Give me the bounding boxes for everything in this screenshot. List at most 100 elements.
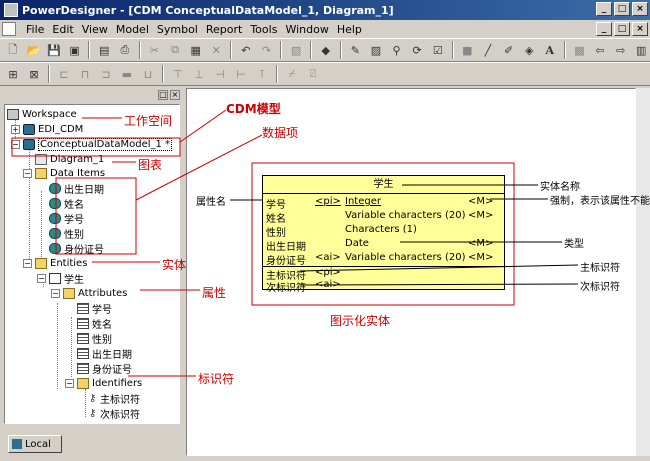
redo-icon[interactable]: ↷ [258, 41, 276, 59]
menu-model[interactable]: Model [112, 23, 153, 36]
collapse-icon[interactable]: − [11, 139, 20, 149]
tree-identifier[interactable]: ⚷ 次标识符 [89, 406, 140, 421]
attr-flag: <M> [468, 238, 494, 249]
same-height-icon[interactable]: ⊢ [232, 65, 250, 83]
minimize-button[interactable]: _ [596, 2, 612, 16]
tree-model[interactable]: − ConceptualDataModel_1 * [11, 137, 173, 151]
check-model-icon[interactable]: ▨ [367, 41, 385, 59]
validate-icon[interactable]: ☑ [429, 41, 447, 59]
collapse-icon[interactable]: − [65, 378, 74, 388]
menu-report[interactable]: Report [202, 23, 246, 36]
doc-restore-button[interactable]: □ [614, 22, 630, 36]
grid-icon[interactable]: ⊞ [4, 65, 22, 83]
new-icon[interactable]: 🗋 [4, 41, 22, 59]
properties-icon[interactable]: ▧ [287, 41, 305, 59]
bucket-icon[interactable]: ◈ [520, 41, 538, 59]
distribute-icon[interactable]: ⊥ [190, 65, 208, 83]
expand-icon[interactable]: + [11, 124, 20, 134]
symbol-icon[interactable]: ⊠ [25, 65, 43, 83]
menu-edit[interactable]: Edit [48, 23, 77, 36]
menu-symbol[interactable]: Symbol [153, 23, 202, 36]
folder-icon [35, 257, 47, 269]
repository-icon[interactable]: ◆ [317, 41, 335, 59]
tree-data-item[interactable]: 姓名 [49, 196, 84, 211]
fill-icon[interactable]: ■ [459, 41, 477, 59]
tree-data-items-folder[interactable]: − Data Items [23, 166, 105, 180]
maximize-button[interactable]: □ [614, 2, 630, 16]
tab-local[interactable]: Local [8, 435, 62, 453]
print-preview-icon[interactable]: ▤ [95, 41, 113, 59]
collapse-icon[interactable]: − [37, 273, 46, 283]
menu-window[interactable]: Window [281, 23, 332, 36]
vertical-scrollbar[interactable] [636, 88, 650, 456]
align-bottom-icon[interactable]: ⊔ [139, 65, 157, 83]
edit-icon[interactable]: ✎ [347, 41, 365, 59]
tree-data-item[interactable]: 性别 [49, 226, 84, 241]
doc-close-button[interactable]: × [632, 22, 648, 36]
package-icon[interactable]: ▩ [571, 41, 589, 59]
forward-icon[interactable]: ⇨ [612, 41, 630, 59]
dock-button[interactable]: □ [158, 90, 168, 100]
connector-icon[interactable]: ⌿ [283, 65, 301, 83]
workspace-icon [7, 108, 19, 120]
tree-attributes-folder[interactable]: − Attributes [51, 286, 127, 300]
tree-attribute[interactable]: 出生日期 [77, 346, 132, 361]
tree-data-item[interactable]: 学号 [49, 211, 84, 226]
tree-attribute[interactable]: 身份证号 [77, 361, 132, 376]
menu-help[interactable]: Help [333, 23, 366, 36]
collapse-icon[interactable]: − [23, 168, 32, 178]
undo-icon[interactable]: ↶ [237, 41, 255, 59]
tree-entity[interactable]: − 学生 [37, 271, 84, 286]
annotation-data-item: 数据项 [262, 126, 299, 140]
align-top-icon[interactable]: ⊤ [169, 65, 187, 83]
tree-data-item[interactable]: 身份证号 [49, 241, 104, 256]
line-icon[interactable]: ╱ [479, 41, 497, 59]
back-icon[interactable]: ⇦ [591, 41, 609, 59]
same-size-icon[interactable]: ⊺ [253, 65, 271, 83]
tree-data-item[interactable]: 出生日期 [49, 181, 104, 196]
data-item-icon [49, 242, 61, 254]
tree-identifier[interactable]: ⚷ 主标识符 [89, 391, 140, 406]
close-button[interactable]: × [632, 2, 648, 16]
delete-icon[interactable]: ✕ [207, 41, 225, 59]
open-diagram-icon[interactable]: ▥ [632, 41, 650, 59]
paste-icon[interactable]: ▦ [187, 41, 205, 59]
close-browser-button[interactable]: × [170, 90, 180, 100]
tree-workspace[interactable]: Workspace [7, 107, 77, 121]
tree-edi-cdm[interactable]: + EDI_CDM [11, 122, 83, 136]
tree-diagram[interactable]: Diagram_1 [35, 152, 104, 166]
annotation-secondary-id: 次标识符 [580, 282, 620, 293]
collapse-icon[interactable]: − [51, 288, 60, 298]
align-left-icon[interactable]: ⊏ [55, 65, 73, 83]
menu-tools[interactable]: Tools [246, 23, 281, 36]
cut-icon[interactable]: ✂ [146, 41, 164, 59]
tree-attribute[interactable]: 性别 [77, 331, 112, 346]
same-width-icon[interactable]: ⊣ [211, 65, 229, 83]
entity-symbol[interactable]: 学生 学号 <pi> Integer <M> 姓名 Variable chara… [262, 175, 506, 294]
font-icon[interactable]: A [541, 41, 559, 59]
attr-type: Variable characters (20) [345, 210, 466, 221]
attr-type: Characters (1) [345, 224, 417, 235]
find-icon[interactable]: ⚲ [388, 41, 406, 59]
tree-attribute[interactable]: 学号 [77, 301, 112, 316]
menu-file[interactable]: File [22, 23, 48, 36]
tree-attribute[interactable]: 姓名 [77, 316, 112, 331]
refresh-icon[interactable]: ⟳ [408, 41, 426, 59]
arrow-icon[interactable]: ⍁ [304, 65, 322, 83]
doc-minimize-button[interactable]: _ [596, 22, 612, 36]
menu-view[interactable]: View [78, 23, 112, 36]
tree-entities-folder[interactable]: − Entities [23, 256, 87, 270]
align-center-icon[interactable]: ⊓ [76, 65, 94, 83]
align-middle-icon[interactable]: ▬ [118, 65, 136, 83]
copy-icon[interactable]: ⧉ [166, 41, 184, 59]
save-all-icon[interactable]: ▣ [66, 41, 84, 59]
menu-bar: File Edit View Model Symbol Report Tools… [0, 20, 650, 38]
print-icon[interactable]: ⎙ [116, 41, 134, 59]
open-icon[interactable]: 📂 [25, 41, 43, 59]
align-right-icon[interactable]: ⊐ [97, 65, 115, 83]
browser-tree[interactable]: Workspace + EDI_CDM − ConceptualDataMode… [4, 104, 180, 424]
pen-icon[interactable]: ✐ [500, 41, 518, 59]
save-icon[interactable]: 💾 [45, 41, 63, 59]
tree-identifiers-folder[interactable]: − Identifiers [65, 376, 142, 390]
collapse-icon[interactable]: − [23, 258, 32, 268]
